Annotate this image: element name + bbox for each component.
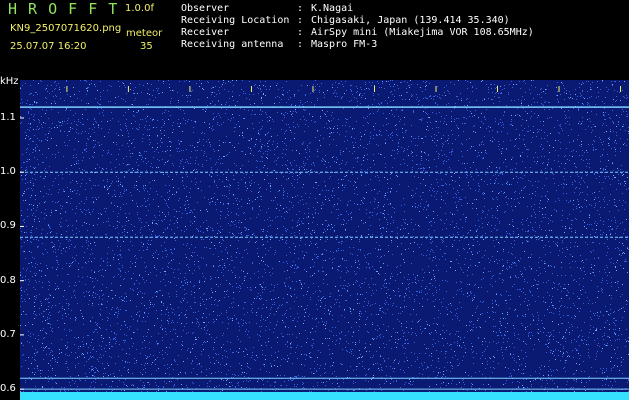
y-tick-label: 0.7 (0, 328, 16, 340)
y-tick-label: 0.8 (0, 274, 16, 286)
app-logo: H R O F F T (8, 0, 119, 18)
observer-value: K.Nagai (311, 3, 354, 14)
receiver-colon: : (297, 27, 304, 38)
receiver-value: AirSpy mini (Miakejima VOR 108.65MHz) (311, 27, 534, 38)
noise-layer (20, 80, 629, 400)
antenna-value: Maspro FM-3 (311, 39, 378, 50)
header-panel: H R O F F T 1.0.0f KN9_2507071620.png me… (0, 0, 629, 75)
y-tick-label: 1.0 (0, 166, 16, 178)
spectrogram-plot[interactable] (20, 80, 629, 400)
noise-speckle (20, 80, 629, 400)
observer-label: Observer (181, 3, 230, 14)
receiver-label: Receiver (181, 27, 230, 38)
spectrogram-svg (20, 80, 629, 400)
version-label: 1.0.0f (125, 3, 154, 14)
y-tick-label: 0.6 (0, 383, 16, 395)
datetime-label: 25.07.07 16:20 (10, 41, 87, 52)
location-value: Chigasaki, Japan (139.414 35.340) (311, 15, 510, 26)
filename-label: KN9_2507071620.png (10, 23, 122, 34)
y-tick-label: 1.1 (0, 111, 16, 123)
observer-colon: : (297, 3, 304, 14)
y-tick-label: 0.9 (0, 220, 16, 232)
antenna-colon: : (297, 39, 304, 50)
location-label: Receiving Location (181, 15, 290, 26)
bottom-signal-bar (20, 392, 629, 400)
meteor-label: meteor (126, 28, 163, 39)
meteor-count: 35 (140, 41, 153, 52)
y-axis-label: kHz (0, 76, 19, 87)
location-colon: : (297, 15, 304, 26)
antenna-label: Receiving antenna (181, 39, 284, 50)
